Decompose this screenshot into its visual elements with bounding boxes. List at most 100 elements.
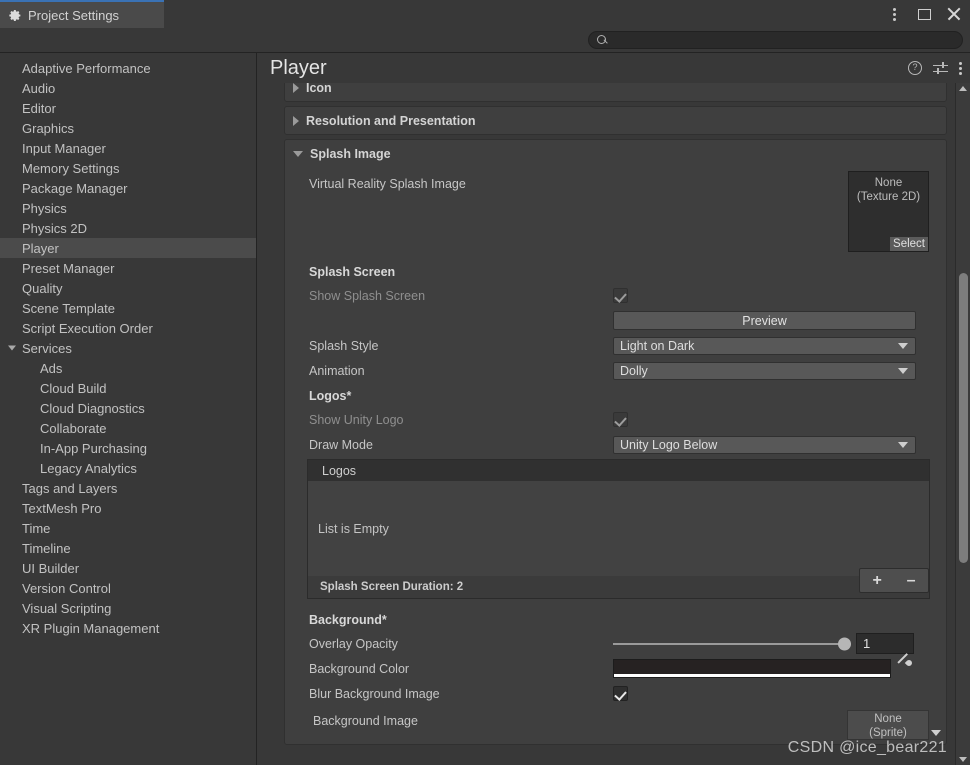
section-icon[interactable]: Icon (284, 83, 947, 102)
chevron-down-icon (898, 441, 908, 448)
sidebar-item-timeline[interactable]: Timeline (0, 538, 256, 558)
sidebar-item-ads[interactable]: Ads (0, 358, 256, 378)
scroll-down-arrow-icon[interactable] (959, 757, 967, 762)
tab-project-settings[interactable]: Project Settings (0, 0, 164, 28)
kebab-menu-icon[interactable] (884, 4, 904, 24)
logos-list-empty-text: List is Empty (318, 521, 389, 536)
sidebar-item-label: Legacy Analytics (40, 460, 137, 476)
background-color-swatch[interactable] (613, 659, 891, 678)
chevron-right-icon (293, 115, 299, 126)
sidebar-item-ui-builder[interactable]: UI Builder (0, 558, 256, 578)
animation-dropdown[interactable]: Dolly (613, 361, 916, 380)
remove-logo-button[interactable]: – (907, 572, 916, 590)
sidebar-item-label: Timeline (22, 540, 71, 556)
sidebar-item-tags-and-layers[interactable]: Tags and Layers (0, 478, 256, 498)
sidebar-item-label: UI Builder (22, 560, 80, 576)
sidebar-item-cloud-build[interactable]: Cloud Build (0, 378, 256, 398)
logos-list-header[interactable]: Logos (308, 460, 929, 481)
toolbar (0, 28, 970, 53)
draw-mode-label: Draw Mode (309, 437, 373, 452)
sidebar-item-input-manager[interactable]: Input Manager (0, 138, 256, 158)
section-splash-image-header[interactable]: Splash Image (285, 140, 946, 167)
sidebar-item-collaborate[interactable]: Collaborate (0, 418, 256, 438)
section-resolution-header[interactable]: Resolution and Presentation (285, 107, 946, 134)
chevron-down-icon[interactable] (8, 345, 16, 351)
splash-screen-duration-label: Splash Screen Duration: 2 (320, 581, 464, 593)
draw-mode-value: Unity Logo Below (620, 437, 718, 452)
background-image-label: Background Image (313, 714, 418, 728)
blur-background-row: Blur Background Image (293, 681, 938, 706)
sidebar-item-label: Physics (22, 200, 67, 216)
logos-list-body[interactable]: List is Empty (308, 481, 929, 576)
sidebar-item-adaptive-performance[interactable]: Adaptive Performance (0, 58, 256, 78)
search-icon (597, 34, 608, 46)
show-splash-screen-checkbox[interactable] (613, 288, 628, 303)
sidebar-item-audio[interactable]: Audio (0, 78, 256, 98)
overlay-opacity-label: Overlay Opacity (309, 636, 398, 651)
sidebar-item-preset-manager[interactable]: Preset Manager (0, 258, 256, 278)
sidebar-item-visual-scripting[interactable]: Visual Scripting (0, 598, 256, 618)
sidebar-item-label: Script Execution Order (22, 320, 153, 336)
section-resolution[interactable]: Resolution and Presentation (284, 106, 947, 135)
scroll-up-arrow-icon[interactable] (959, 86, 967, 91)
background-color-label: Background Color (309, 661, 410, 676)
sidebar-item-scene-template[interactable]: Scene Template (0, 298, 256, 318)
section-resolution-title: Resolution and Presentation (306, 113, 476, 128)
vr-splash-image-object-field[interactable]: None (Texture 2D) Select (848, 171, 929, 252)
blur-background-checkbox[interactable] (613, 686, 628, 701)
background-image-object-field[interactable]: None (Sprite) (847, 710, 941, 740)
sidebar-item-legacy-analytics[interactable]: Legacy Analytics (0, 458, 256, 478)
sidebar-item-editor[interactable]: Editor (0, 98, 256, 118)
scrollbar-thumb[interactable] (959, 273, 968, 563)
add-logo-button[interactable]: + (872, 572, 881, 590)
splash-style-dropdown[interactable]: Light on Dark (613, 336, 916, 355)
sidebar-item-label: TextMesh Pro (22, 500, 102, 516)
sidebar-item-physics[interactable]: Physics (0, 198, 256, 218)
sidebar-item-version-control[interactable]: Version Control (0, 578, 256, 598)
chevron-down-icon (293, 150, 303, 157)
show-unity-logo-checkbox[interactable] (613, 412, 628, 427)
sidebar-item-label: Graphics (22, 120, 75, 136)
section-icon-header[interactable]: Icon (285, 83, 946, 101)
sidebar-item-services[interactable]: Services (0, 338, 256, 358)
sidebar-item-memory-settings[interactable]: Memory Settings (0, 158, 256, 178)
logos-list-footer: Splash Screen Duration: 2 + – (308, 568, 929, 598)
sidebar-item-label: Audio (22, 80, 56, 96)
slider-knob[interactable] (838, 637, 851, 650)
sidebar-item-label: Physics 2D (22, 220, 88, 236)
preset-icon[interactable] (933, 62, 948, 75)
draw-mode-dropdown[interactable]: Unity Logo Below (613, 435, 916, 454)
sidebar-item-cloud-diagnostics[interactable]: Cloud Diagnostics (0, 398, 256, 418)
section-splash-image-body: Virtual Reality Splash Image None (Textu… (285, 167, 946, 744)
panel-header: Player ? (258, 53, 970, 83)
sidebar-item-script-execution-order[interactable]: Script Execution Order (0, 318, 256, 338)
sidebar-item-label: Quality (22, 280, 63, 296)
overlay-opacity-value-field[interactable]: 1 (856, 633, 914, 654)
title-bar: Project Settings (0, 0, 970, 28)
vr-splash-image-select-button[interactable]: Select (890, 237, 928, 251)
vertical-scrollbar[interactable] (955, 83, 970, 765)
sidebar-item-in-app-purchasing[interactable]: In-App Purchasing (0, 438, 256, 458)
sidebar-item-player[interactable]: Player (0, 238, 256, 258)
splash-style-row: Splash Style Light on Dark (293, 333, 938, 358)
search-field[interactable] (588, 31, 963, 49)
sidebar-item-physics-2d[interactable]: Physics 2D (0, 218, 256, 238)
sidebar-item-package-manager[interactable]: Package Manager (0, 178, 256, 198)
splash-style-label: Splash Style (309, 338, 379, 353)
eyedropper-icon[interactable] (895, 659, 913, 678)
sidebar-item-textmesh-pro[interactable]: TextMesh Pro (0, 498, 256, 518)
preview-button[interactable]: Preview (613, 311, 916, 330)
window-controls (884, 0, 964, 28)
sidebar-item-xr-plugin-management[interactable]: XR Plugin Management (0, 618, 256, 638)
sidebar-item-time[interactable]: Time (0, 518, 256, 538)
sidebar-item-graphics[interactable]: Graphics (0, 118, 256, 138)
overlay-opacity-slider[interactable] (613, 636, 851, 652)
maximize-icon[interactable] (914, 4, 934, 24)
kebab-menu-icon[interactable] (959, 61, 962, 75)
sidebar-item-quality[interactable]: Quality (0, 278, 256, 298)
settings-sidebar[interactable]: Adaptive Performance Audio Editor Graphics I… (0, 53, 257, 765)
help-icon[interactable]: ? (908, 61, 922, 75)
search-input[interactable] (608, 34, 954, 46)
close-icon[interactable] (944, 4, 964, 24)
splash-screen-group-label: Splash Screen (309, 265, 396, 279)
